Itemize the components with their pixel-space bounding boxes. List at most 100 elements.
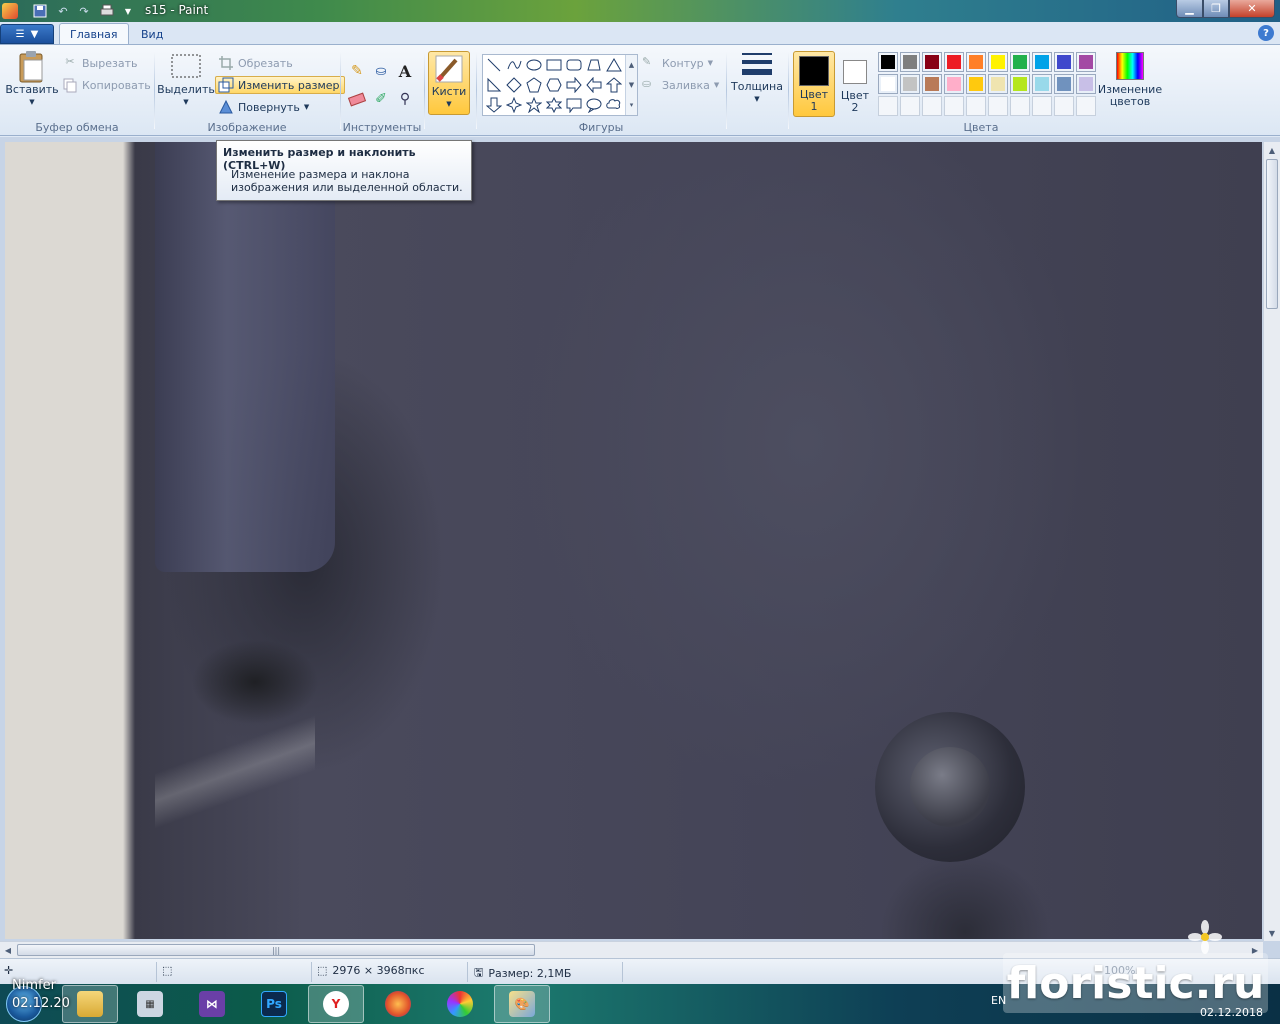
palette-swatch[interactable] (900, 52, 920, 72)
app-menu-button[interactable]: ☰ ▼ (0, 24, 54, 44)
taskbar-visual-studio[interactable]: ⋈ (184, 985, 240, 1023)
palette-swatch[interactable] (1076, 52, 1096, 72)
palette-swatch[interactable] (1054, 52, 1074, 72)
palette-swatch[interactable] (1010, 96, 1030, 116)
palette-swatch[interactable] (1076, 74, 1096, 94)
rounded-rectangle-shape-icon[interactable] (565, 56, 583, 74)
palette-swatch[interactable] (1054, 96, 1074, 116)
diamond-shape-icon[interactable] (505, 76, 523, 94)
palette-swatch[interactable] (1032, 74, 1052, 94)
eraser-tool[interactable] (346, 88, 368, 110)
color1-button[interactable]: Цвет 1 (793, 51, 835, 117)
horizontal-scroll-thumb[interactable]: ||| (17, 944, 535, 956)
up-arrow-shape-icon[interactable] (605, 76, 623, 94)
palette-swatch[interactable] (1010, 52, 1030, 72)
copy-button[interactable]: Копировать (62, 76, 151, 94)
pencil-tool[interactable]: ✎ (346, 60, 368, 82)
magnifier-tool[interactable]: ⚲ (394, 88, 416, 110)
taskbar-picasa[interactable] (432, 985, 488, 1023)
scroll-down-icon[interactable]: ▼ (1264, 925, 1280, 941)
palette-swatch[interactable] (1054, 74, 1074, 94)
taskbar-firefox[interactable] (370, 985, 426, 1023)
color-picker-tool[interactable]: ✐ (370, 88, 392, 110)
paste-button[interactable]: Вставить ▼ (5, 50, 59, 108)
outline-button[interactable]: ✎ Контур ▼ (642, 54, 713, 72)
hexagon-shape-icon[interactable] (545, 76, 563, 94)
maximize-button[interactable]: ❐ (1203, 0, 1229, 18)
size-button[interactable]: Толщина ▼ (730, 47, 784, 105)
taskbar-calculator[interactable]: ▦ (122, 985, 178, 1023)
brushes-button[interactable]: Кисти ▼ (428, 51, 470, 115)
paint-app-icon[interactable] (2, 3, 18, 19)
palette-swatch[interactable] (922, 74, 942, 94)
palette-swatch[interactable] (944, 96, 964, 116)
fill-button[interactable]: ⛀ Заливка ▼ (642, 76, 719, 94)
palette-swatch[interactable] (1010, 74, 1030, 94)
cut-button[interactable]: ✂ Вырезать (62, 54, 137, 72)
palette-swatch[interactable] (966, 74, 986, 94)
scroll-left-icon[interactable]: ◀ (0, 942, 16, 958)
tab-view[interactable]: Вид (131, 23, 173, 45)
text-tool[interactable]: A (394, 60, 416, 82)
palette-swatch[interactable] (988, 96, 1008, 116)
palette-swatch[interactable] (900, 74, 920, 94)
scroll-up-icon[interactable]: ▲ (1264, 142, 1280, 158)
palette-swatch[interactable] (1076, 96, 1096, 116)
redo-icon[interactable]: ↷ (76, 3, 92, 19)
palette-swatch[interactable] (922, 52, 942, 72)
palette-swatch[interactable] (878, 52, 898, 72)
crop-button[interactable]: Обрезать (218, 54, 293, 72)
color2-button[interactable]: Цвет 2 (838, 51, 872, 117)
select-button[interactable]: Выделить ▼ (157, 50, 215, 108)
polygon-shape-icon[interactable] (585, 56, 603, 74)
five-point-star-shape-icon[interactable] (525, 96, 543, 114)
palette-swatch[interactable] (878, 74, 898, 94)
close-button[interactable]: ✕ (1229, 0, 1275, 18)
palette-swatch[interactable] (922, 96, 942, 116)
tab-home[interactable]: Главная (59, 23, 129, 45)
photo-canvas[interactable] (5, 142, 1262, 939)
quick-access-dropdown-icon[interactable]: ▼ (120, 3, 136, 19)
six-point-star-shape-icon[interactable] (545, 96, 563, 114)
palette-swatch[interactable] (966, 96, 986, 116)
fill-tool[interactable]: ⛀ (370, 60, 392, 82)
cloud-callout-shape-icon[interactable] (605, 96, 623, 114)
triangle-shape-icon[interactable] (605, 56, 623, 74)
canvas-area[interactable] (0, 137, 1280, 958)
vertical-scroll-thumb[interactable] (1266, 159, 1278, 309)
help-icon[interactable]: ? (1258, 25, 1274, 41)
palette-swatch[interactable] (1032, 52, 1052, 72)
line-shape-icon[interactable] (485, 56, 503, 74)
vertical-scrollbar[interactable]: ▲ ▼ (1263, 142, 1280, 941)
palette-swatch[interactable] (988, 74, 1008, 94)
rotate-button[interactable]: Повернуть ▼ (218, 98, 309, 116)
palette-swatch[interactable] (878, 96, 898, 116)
resize-button[interactable]: Изменить размер (215, 76, 345, 94)
edit-colors-button[interactable]: Изменение цветов (1098, 52, 1162, 108)
taskbar-yandex[interactable]: Y (308, 985, 364, 1023)
rect-callout-shape-icon[interactable] (565, 96, 583, 114)
down-arrow-shape-icon[interactable] (485, 96, 503, 114)
curve-shape-icon[interactable] (505, 56, 523, 74)
right-triangle-shape-icon[interactable] (485, 76, 503, 94)
palette-swatch[interactable] (944, 74, 964, 94)
print-icon[interactable] (99, 3, 115, 19)
palette-swatch[interactable] (1032, 96, 1052, 116)
four-point-star-shape-icon[interactable] (505, 96, 523, 114)
taskbar-explorer[interactable] (62, 985, 118, 1023)
palette-swatch[interactable] (966, 52, 986, 72)
taskbar-photoshop[interactable]: Ps (246, 985, 302, 1023)
save-icon[interactable] (32, 3, 48, 19)
right-arrow-shape-icon[interactable] (565, 76, 583, 94)
oval-callout-shape-icon[interactable] (585, 96, 603, 114)
oval-shape-icon[interactable] (525, 56, 543, 74)
palette-swatch[interactable] (944, 52, 964, 72)
shapes-gallery-scroll[interactable]: ▲ ▼ ▾ (625, 55, 637, 115)
undo-icon[interactable]: ↶ (55, 3, 71, 19)
palette-swatch[interactable] (988, 52, 1008, 72)
rectangle-shape-icon[interactable] (545, 56, 563, 74)
palette-swatch[interactable] (900, 96, 920, 116)
pentagon-shape-icon[interactable] (525, 76, 543, 94)
taskbar-paint[interactable]: 🎨 (494, 985, 550, 1023)
left-arrow-shape-icon[interactable] (585, 76, 603, 94)
